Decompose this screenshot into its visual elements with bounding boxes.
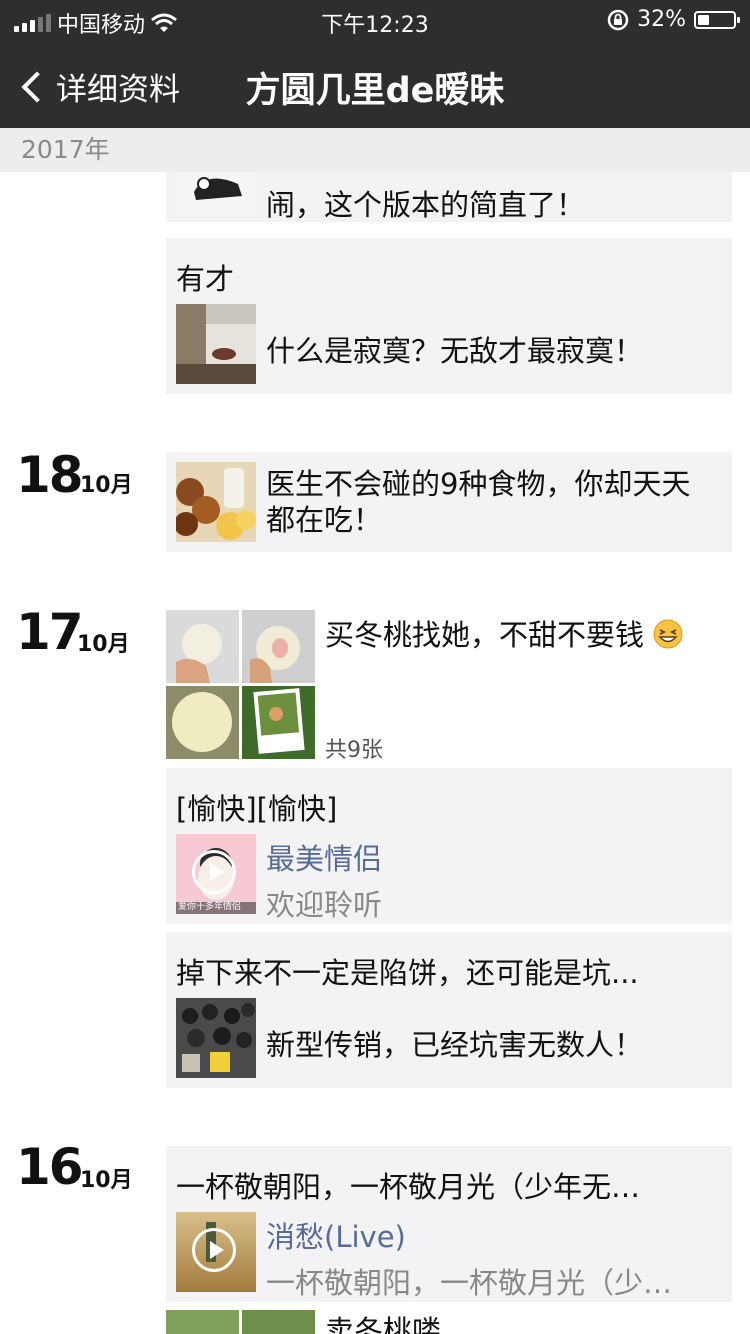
post-day: 18 [16, 446, 84, 504]
music-post[interactable]: [愉快][愉快] 爱你十多年情侣 最美情侣 欢迎聆听 [166, 768, 732, 924]
post-caption: 一杯敬朝阳，一杯敬月光（少年无… [176, 1170, 641, 1204]
status-bar: 中国移动 下午12:23 32% [0, 0, 750, 40]
photo-thumbnail[interactable] [166, 1310, 239, 1334]
photo-thumbnail[interactable] [166, 686, 239, 759]
link-thumbnail [176, 998, 256, 1078]
link-thumbnail [176, 304, 256, 384]
link-post[interactable]: 有才 什么是寂寞？无敌才最寂寞！ [166, 238, 732, 394]
photo-post-text: 买冬桃找她，不甜不要钱 [325, 612, 683, 654]
year-header: 2017年 [0, 128, 750, 172]
battery-fill [698, 14, 709, 25]
status-right: 32% [607, 7, 740, 32]
link-thumbnail [176, 462, 256, 542]
music-thumbnail: 爱你十多年情侣 [176, 834, 256, 914]
battery-icon [694, 10, 740, 29]
post-month: 10月 [77, 632, 130, 657]
grin-emoji-icon [653, 619, 683, 649]
photo-post-caption: 买冬桃找她，不甜不要钱 [325, 618, 645, 652]
post-caption: 掉下来不一定是陷饼，还可能是坑... [176, 956, 639, 990]
link-title: 医生不会碰的9种食物，你却天天都在吃！ [266, 467, 691, 537]
link-title: 什么是寂寞？无敌才最寂寞！ [266, 334, 644, 368]
music-subtitle: 一杯敬朝阳，一杯敬月光（少… [266, 1266, 673, 1300]
year-label: 2017年 [21, 135, 110, 164]
music-post[interactable]: 一杯敬朝阳，一杯敬月光（少年无… 消愁(Live) 一杯敬朝阳，一杯敬月光（少… [166, 1146, 732, 1302]
photo-thumbnail[interactable] [242, 1310, 315, 1334]
music-thumbnail [176, 1212, 256, 1292]
photo-post-caption: 卖冬桃喽 [325, 1314, 442, 1334]
photo-grid[interactable] [166, 610, 316, 760]
photo-thumbnail[interactable] [242, 610, 315, 683]
photo-thumbnail[interactable] [166, 610, 239, 683]
rotation-lock-icon [607, 9, 629, 30]
post-day: 17 [16, 603, 84, 661]
post-day: 16 [16, 1138, 84, 1196]
link-title: 闹，这个版本的简直了！ [266, 188, 586, 222]
post-month: 10月 [80, 473, 133, 498]
post-caption: 有才 [176, 262, 235, 296]
timeline-list[interactable]: 闹，这个版本的简直了！ 有才 什么是寂寞？无敌才最寂寞！ 18 10月 医生不会… [0, 128, 750, 1334]
photo-grid[interactable] [166, 1310, 316, 1334]
photo-count: 共9张 [325, 738, 383, 763]
album-art-caption: 爱你十多年情侣 [178, 902, 242, 912]
play-icon[interactable] [192, 850, 236, 894]
page-title: 方圆几里de暧昧 [245, 71, 505, 111]
play-icon[interactable] [192, 1228, 236, 1272]
nav-bar: 详细资料 方圆几里de暧昧 [0, 40, 750, 128]
music-title: 消愁(Live) [266, 1220, 406, 1254]
post-month: 10月 [80, 1168, 133, 1193]
link-title: 新型传销，已经坑害无数人！ [266, 1028, 644, 1062]
link-post[interactable]: 掉下来不一定是陷饼，还可能是坑... 新型传销，已经坑害无数人！ [166, 932, 732, 1088]
music-title: 最美情侣 [266, 842, 383, 876]
music-subtitle: 欢迎聆听 [266, 888, 383, 922]
photo-thumbnail[interactable] [242, 686, 315, 759]
link-post[interactable]: 医生不会碰的9种食物，你却天天都在吃！ [166, 452, 732, 552]
battery-percent: 32% [637, 7, 686, 32]
post-caption: [愉快][愉快] [176, 792, 338, 826]
